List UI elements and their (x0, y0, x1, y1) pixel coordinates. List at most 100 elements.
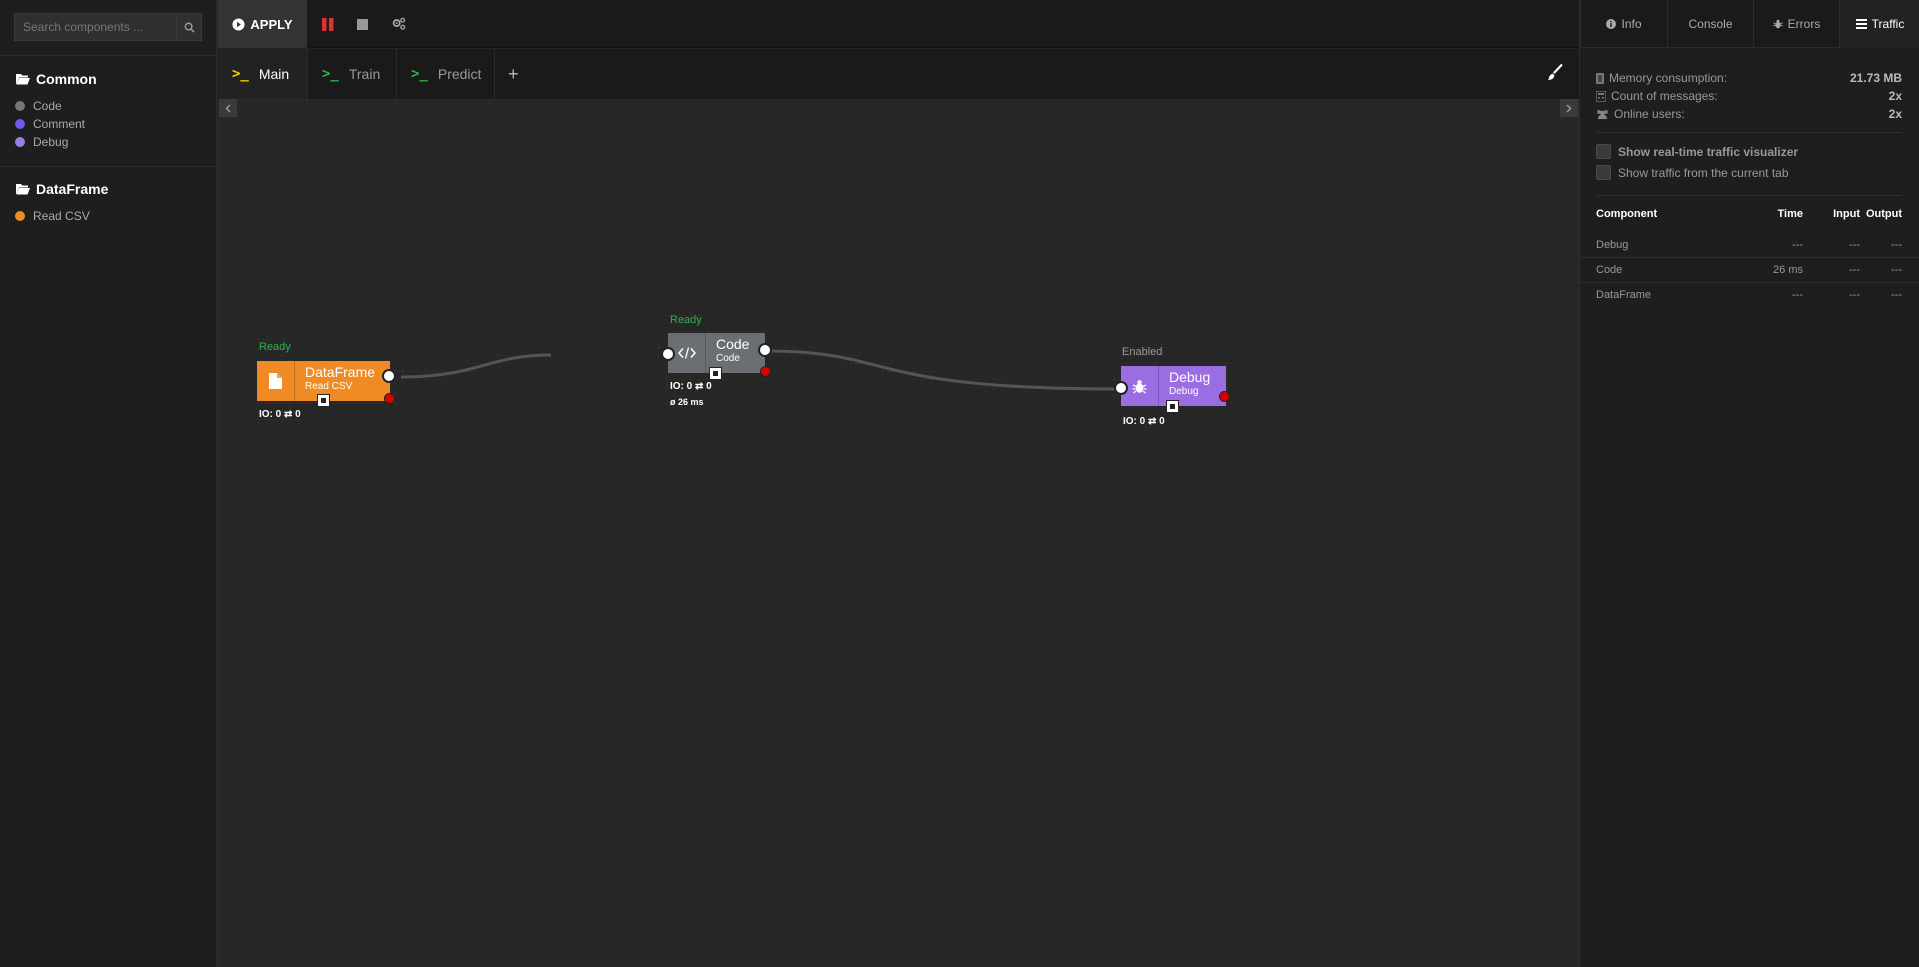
option-realtime-visualizer[interactable]: Show real-time traffic visualizer (1596, 144, 1798, 159)
terminal-icon: >_ (232, 66, 249, 82)
node-average-time: ø 26 ms (670, 397, 704, 407)
node-text: DataFrame Read CSV (295, 361, 385, 401)
node-subtitle: Code (716, 353, 740, 364)
component-code[interactable]: Code (15, 99, 62, 113)
tab-errors[interactable]: Errors (1753, 0, 1839, 48)
terminal-icon: >_ (322, 66, 339, 82)
component-label: Code (33, 99, 62, 113)
cogs-icon (392, 17, 406, 30)
terminal-icon: >_ (411, 66, 428, 82)
tab-console[interactable]: Console (1667, 0, 1753, 48)
tab-label: Train (348, 66, 381, 82)
apply-label: APPLY (250, 16, 293, 32)
connection-dataframe-code[interactable] (400, 353, 552, 379)
bug-icon (1132, 379, 1147, 394)
divider (0, 55, 217, 56)
play-circle-icon (232, 17, 245, 31)
tab-traffic[interactable]: Traffic (1839, 0, 1919, 48)
component-read-csv[interactable]: Read CSV (15, 209, 90, 223)
checkbox[interactable] (1596, 165, 1611, 180)
component-label: Read CSV (33, 209, 90, 223)
option-label: Show real-time traffic visualizer (1618, 144, 1799, 159)
folder-open-icon (16, 184, 30, 195)
tab-predict[interactable]: >_ Predict (397, 49, 495, 99)
divider (1580, 257, 1919, 258)
stat-users: Online users: 2x (1596, 107, 1902, 121)
group-label: DataFrame (36, 181, 109, 197)
stat-label: Online users: (1614, 107, 1685, 121)
table-header-time: Time (1777, 208, 1803, 220)
add-tab-button[interactable]: + (498, 49, 528, 99)
error-port[interactable] (760, 366, 771, 377)
group-label: Common (36, 71, 97, 87)
node-toggle-button[interactable] (709, 367, 722, 380)
panel-tabs: Info Console Errors Traffic (1580, 0, 1919, 48)
output-port[interactable] (382, 369, 396, 383)
output-port[interactable] (758, 343, 772, 357)
tab-info[interactable]: Info (1580, 0, 1667, 48)
checkbox[interactable] (1596, 144, 1611, 159)
tab-label: Traffic (1871, 17, 1905, 31)
cell-time: --- (1792, 239, 1803, 251)
error-port[interactable] (384, 393, 395, 404)
option-current-tab[interactable]: Show traffic from the current tab (1596, 165, 1789, 180)
node-io-count: IO: 0 ⇄ 0 (670, 381, 712, 392)
calculator-icon (1596, 90, 1606, 102)
tab-label: Console (1688, 17, 1733, 31)
connection-code-debug[interactable] (764, 349, 1123, 391)
pause-icon (322, 17, 334, 31)
tab-label: Errors (1787, 17, 1821, 31)
input-port[interactable] (661, 347, 675, 361)
info-icon (1606, 19, 1617, 29)
node-subtitle: Read CSV (305, 381, 353, 392)
apply-button[interactable]: APPLY (218, 0, 307, 48)
cell-time: 26 ms (1773, 264, 1803, 276)
flow-tabs-bar: >_ Main >_ Train >_ Predict + (218, 49, 1579, 99)
search-button[interactable] (176, 13, 202, 41)
stat-label: Memory consumption: (1609, 71, 1728, 85)
cell-component: Code (1596, 264, 1623, 276)
node-io-count: IO: 0 ⇄ 0 (259, 409, 301, 420)
stat-label: Count of messages: (1611, 89, 1718, 103)
tab-main[interactable]: >_ Main (218, 49, 308, 99)
node-status: Ready (259, 341, 291, 353)
users-icon (1597, 110, 1608, 119)
search-input[interactable] (14, 13, 176, 41)
tab-train[interactable]: >_ Train (308, 49, 397, 99)
node-toggle-button[interactable] (317, 394, 330, 407)
tab-label: Predict (437, 66, 482, 82)
node-status: Ready (670, 314, 702, 326)
divider (1580, 282, 1919, 283)
error-port[interactable] (1219, 391, 1230, 402)
stop-icon (356, 18, 368, 30)
node-title: Code (716, 336, 750, 352)
settings-button[interactable] (392, 0, 406, 48)
node-subtitle: Debug (1169, 386, 1199, 397)
flow-canvas[interactable]: Ready DataFrame Read CSV IO: 0 ⇄ 0 Ready… (218, 99, 1579, 967)
component-label: Debug (33, 135, 69, 149)
main-toolbar: APPLY (218, 0, 1579, 48)
stop-button[interactable] (342, 0, 382, 48)
stat-messages: Count of messages: 2x (1596, 89, 1902, 103)
clean-button[interactable] (1546, 63, 1566, 84)
paint-brush-icon (1548, 63, 1563, 80)
node-toggle-button[interactable] (1166, 400, 1179, 413)
component-sidebar: Common Code Comment Debug DataFrame Read… (0, 0, 217, 967)
component-color-dot (15, 119, 25, 129)
folder-open-icon (16, 74, 30, 85)
node-io-count: IO: 0 ⇄ 0 (1123, 416, 1165, 427)
component-color-dot (15, 101, 25, 111)
component-comment[interactable]: Comment (15, 117, 85, 131)
bug-icon (1772, 19, 1783, 29)
connections (400, 349, 1123, 391)
cell-input: --- (1849, 264, 1860, 276)
option-label: Show traffic from the current tab (1618, 165, 1789, 180)
tab-label: Main (258, 66, 290, 82)
component-color-dot (15, 211, 25, 221)
component-debug[interactable]: Debug (15, 135, 68, 149)
input-port[interactable] (1114, 381, 1128, 395)
file-icon (269, 373, 282, 389)
group-title-common: Common (15, 71, 97, 87)
memory-icon (1596, 72, 1604, 84)
traffic-icon (1855, 19, 1867, 29)
